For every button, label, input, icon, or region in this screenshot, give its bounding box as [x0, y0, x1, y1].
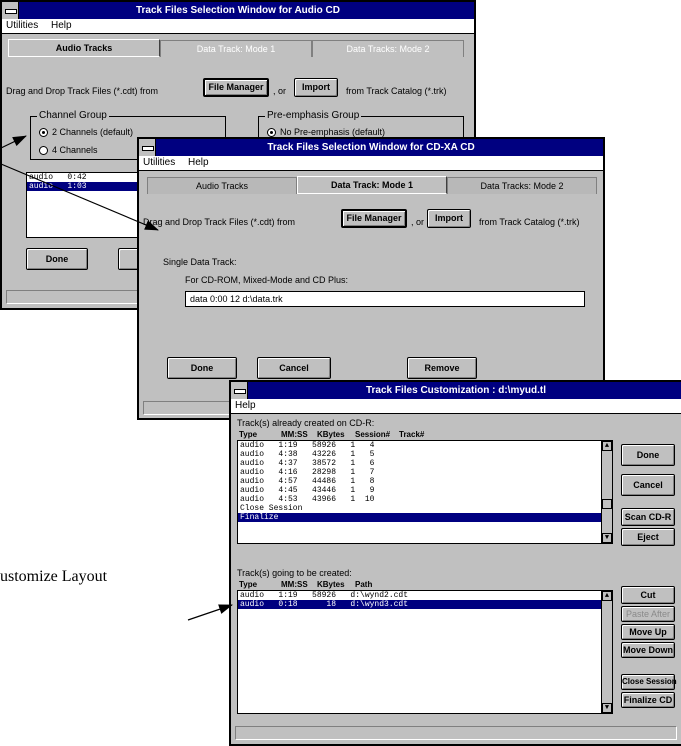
system-menu-icon[interactable] [231, 382, 248, 399]
close-session-button[interactable]: Close Session [621, 674, 677, 690]
customization-window: Track Files Customization : d:\myud.tl H… [229, 380, 681, 746]
move-up-button[interactable]: Move Up [621, 624, 675, 640]
arrow-to-customization [187, 604, 233, 621]
created-tracks-list[interactable]: audio 1:19 58926 1 4 audio 4:38 43226 1 … [237, 440, 613, 544]
tab-data-mode1[interactable]: Data Track: Mode 1 [160, 40, 312, 57]
tab-data-mode2[interactable]: Data Tracks: Mode 2 [447, 177, 597, 194]
cancel-button[interactable]: Cancel [621, 474, 675, 496]
radio-dot-icon [39, 128, 48, 138]
radio-dot-icon [39, 146, 48, 156]
col-header-path: Path [355, 580, 373, 589]
single-data-track-label: Single Data Track: [163, 257, 237, 267]
list-item[interactable]: audio 4:16 28298 1 7 [238, 468, 612, 477]
tab-strip: Audio Tracks Data Track: Mode 1 Data Tra… [8, 39, 468, 57]
radio-dot-icon [267, 128, 276, 138]
radio-label: No Pre-emphasis (default) [280, 127, 386, 137]
radio-4-channels[interactable]: 4 Channels [39, 145, 98, 156]
col-header-track: Track# [399, 430, 425, 439]
audio-track-list[interactable]: audio 0:42 audio 1:03 [26, 172, 146, 238]
preemphasis-group-label: Pre-emphasis Group [265, 110, 362, 121]
or-label: , or [411, 217, 425, 227]
cdrom-label: For CD-ROM, Mixed-Mode and CD Plus: [185, 275, 349, 285]
drag-drop-label: Drag and Drop Track Files (*.cdt) from [143, 217, 296, 227]
col-header-mmss: MM:SS [281, 430, 308, 439]
menu-help[interactable]: Help [188, 157, 209, 168]
list-item[interactable]: audio 4:37 38572 1 6 [238, 459, 612, 468]
done-button[interactable]: Done [621, 444, 675, 466]
system-menu-icon[interactable] [2, 2, 19, 19]
list-item[interactable]: audio 4:57 44486 1 8 [238, 477, 612, 486]
col-header-mmss: MM:SS [281, 580, 308, 589]
menu-utilities[interactable]: Utilities [6, 20, 38, 31]
file-manager-button[interactable]: File Manager [341, 209, 407, 228]
import-button[interactable]: Import [427, 209, 471, 228]
drag-drop-label: Drag and Drop Track Files (*.cdt) from [6, 86, 159, 96]
vertical-scrollbar[interactable]: ▲ ▼ [601, 441, 612, 543]
eject-button[interactable]: Eject [621, 528, 675, 546]
list-item[interactable]: audio 1:19 58926 1 4 [238, 441, 612, 450]
file-manager-button[interactable]: File Manager [203, 78, 269, 97]
menu-help[interactable]: Help [235, 400, 256, 411]
tab-data-mode1[interactable]: Data Track: Mode 1 [297, 176, 447, 194]
tab-data-mode2[interactable]: Data Tracks: Mode 2 [312, 40, 464, 57]
menu-bar: Utilities Help [139, 156, 603, 171]
tab-audio-tracks[interactable]: Audio Tracks [147, 177, 297, 194]
data-track-field[interactable]: data 0:00 12 d:\data.trk [185, 291, 585, 307]
col-header-kbytes: KBytes [317, 580, 345, 589]
window-title: Track Files Customization : d:\myud.tl [231, 382, 681, 399]
scroll-down-icon[interactable]: ▼ [602, 703, 612, 713]
cut-button[interactable]: Cut [621, 586, 675, 604]
col-header-kbytes: KBytes [317, 430, 345, 439]
tobe-created-label: Track(s) going to be created: [237, 568, 352, 578]
col-header-session: Session# [355, 430, 391, 439]
list-item[interactable]: Close Session [238, 504, 612, 513]
system-menu-icon[interactable] [139, 139, 156, 156]
move-down-button[interactable]: Move Down [621, 642, 675, 658]
list-item[interactable]: audio 1:19 58926 d:\wynd2.cdt [238, 591, 612, 600]
import-button[interactable]: Import [294, 78, 338, 97]
list-item[interactable]: audio 4:45 43446 1 9 [238, 486, 612, 495]
scroll-up-icon[interactable]: ▲ [602, 441, 612, 451]
list-item[interactable]: audio 4:53 43966 1 10 [238, 495, 612, 504]
catalog-label: from Track Catalog (*.trk) [346, 86, 447, 96]
or-label: , or [273, 86, 287, 96]
callout-label: ustomize Layout [0, 568, 108, 585]
list-item[interactable]: audio 0:18 18 d:\wynd3.cdt [238, 600, 612, 609]
col-header-type: Type [239, 430, 258, 439]
radio-2-channels[interactable]: 2 Channels (default) [39, 127, 134, 138]
menu-utilities[interactable]: Utilities [143, 157, 175, 168]
window-title: Track Files Selection Window for CD-XA C… [139, 139, 603, 156]
done-button[interactable]: Done [26, 248, 88, 270]
scroll-up-icon[interactable]: ▲ [602, 591, 612, 601]
status-bar [235, 726, 677, 740]
window-title: Track Files Selection Window for Audio C… [2, 2, 474, 19]
created-tracks-label: Track(s) already created on CD-R: [237, 418, 375, 428]
menu-help[interactable]: Help [51, 20, 72, 31]
radio-label: 2 Channels (default) [52, 127, 134, 137]
paste-after-button[interactable]: Paste After [621, 606, 675, 622]
list-item[interactable]: audio 4:38 43226 1 5 [238, 450, 612, 459]
done-button[interactable]: Done [167, 357, 237, 379]
list-item[interactable]: Finalize [238, 513, 612, 522]
col-header-type: Type [239, 580, 258, 589]
vertical-scrollbar[interactable]: ▲ ▼ [601, 591, 612, 713]
scroll-down-icon[interactable]: ▼ [602, 533, 612, 543]
list-item[interactable]: audio 1:03 [27, 182, 145, 191]
radio-no-preemphasis[interactable]: No Pre-emphasis (default) [267, 127, 386, 138]
channel-group-label: Channel Group [37, 110, 109, 121]
tab-audio-tracks[interactable]: Audio Tracks [8, 39, 160, 57]
scan-cdr-button[interactable]: Scan CD-R [621, 508, 675, 526]
tobe-created-list[interactable]: audio 1:19 58926 d:\wynd2.cdt audio 0:18… [237, 590, 613, 714]
list-item[interactable]: audio 0:42 [27, 173, 145, 182]
tab-strip: Audio Tracks Data Track: Mode 1 Data Tra… [147, 176, 597, 194]
finalize-cd-button[interactable]: Finalize CD [621, 692, 675, 708]
cd-xa-window: Track Files Selection Window for CD-XA C… [137, 137, 605, 420]
radio-label: 4 Channels [52, 145, 98, 155]
catalog-label: from Track Catalog (*.trk) [479, 217, 580, 227]
remove-button[interactable]: Remove [407, 357, 477, 379]
cancel-button[interactable]: Cancel [257, 357, 331, 379]
menu-bar: Utilities Help [2, 19, 474, 34]
scroll-thumb[interactable] [602, 499, 612, 509]
menu-bar: Help [231, 399, 681, 414]
